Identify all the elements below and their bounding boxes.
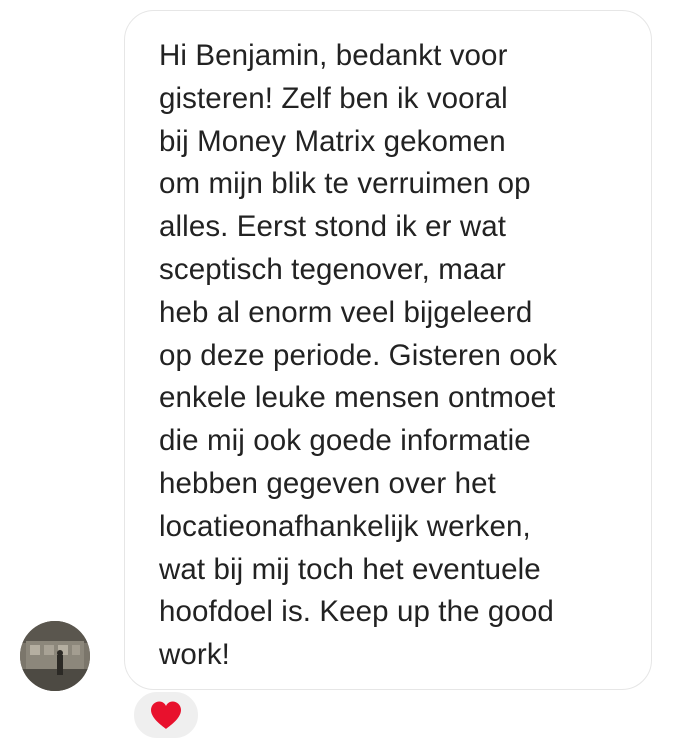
message-bubble[interactable]: Hi Benjamin, bedankt voor gisteren! Zelf… — [124, 10, 652, 690]
avatar-photo — [20, 621, 90, 691]
heart-icon — [151, 701, 181, 729]
avatar[interactable] — [20, 621, 90, 691]
message-text: Hi Benjamin, bedankt voor gisteren! Zelf… — [159, 39, 558, 672]
chat-thread: Hi Benjamin, bedankt voor gisteren! Zelf… — [0, 0, 678, 753]
reaction-badge[interactable] — [132, 690, 200, 740]
